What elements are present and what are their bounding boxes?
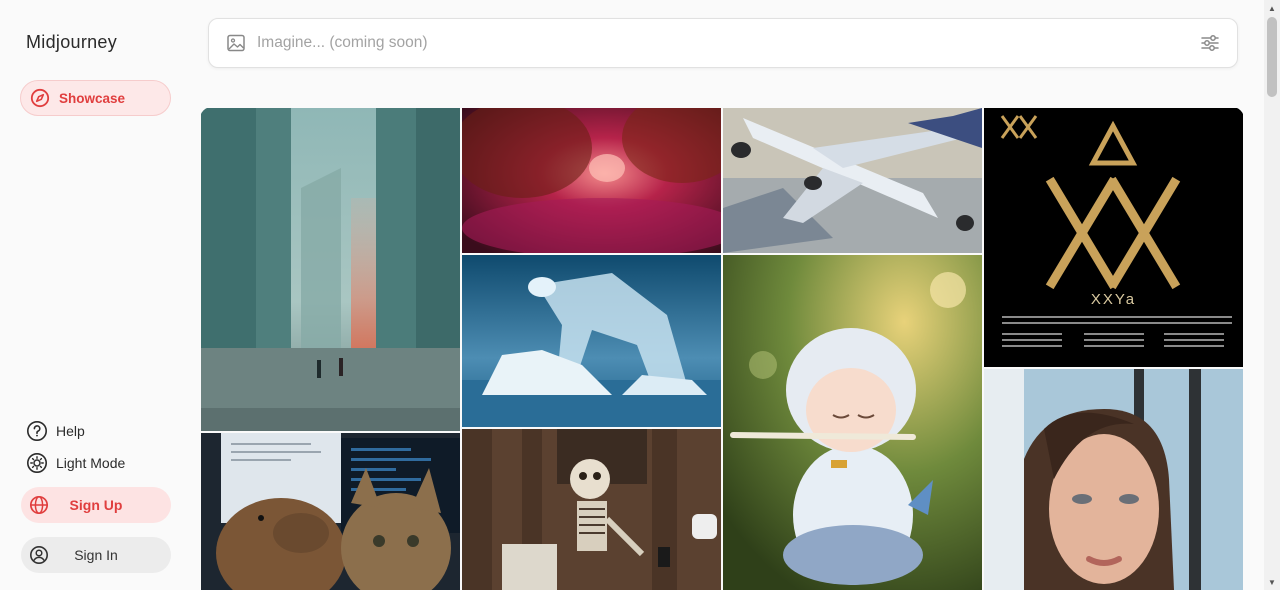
xxya-poster-title: XXYa — [1090, 291, 1137, 308]
nav-showcase-label: Showcase — [59, 90, 126, 106]
portrait-image — [984, 369, 1243, 590]
light-mode-label: Light Mode — [56, 455, 126, 471]
page-scrollbar[interactable]: ▲ ▼ — [1264, 0, 1280, 590]
imagine-input[interactable] — [257, 29, 1157, 57]
globe-icon — [28, 494, 50, 516]
sign-up-button[interactable]: Sign Up — [21, 487, 171, 523]
skeleton-image — [462, 429, 721, 590]
help-label: Help — [56, 423, 85, 439]
gallery-tile-fog-buildings[interactable] — [201, 108, 460, 431]
gallery-tile-skeleton[interactable] — [462, 429, 721, 590]
imagine-bar — [208, 18, 1238, 68]
user-circle-icon — [28, 544, 50, 566]
ice-bear-image — [462, 255, 721, 427]
gallery-tile-xxya-poster[interactable]: XXYa — [984, 108, 1243, 367]
sidebar: Midjourney Showcase Help Light Mode Sign… — [0, 0, 190, 590]
gallery-tile-airplane[interactable] — [723, 108, 982, 253]
app-root: Midjourney Showcase Help Light Mode Sign… — [0, 0, 1280, 590]
compass-icon — [29, 87, 51, 109]
light-mode-toggle[interactable]: Light Mode — [26, 452, 125, 474]
fog-buildings-image — [201, 108, 460, 431]
airplane-image — [723, 108, 982, 253]
flute-figurine-image — [723, 255, 982, 590]
capybara-cat-image — [201, 433, 460, 590]
xxya-poster-image — [984, 108, 1243, 367]
crimson-cave-image — [462, 108, 721, 253]
image-icon — [226, 33, 246, 58]
scroll-up-arrow-icon[interactable]: ▲ — [1264, 0, 1280, 16]
nav-showcase[interactable]: Showcase — [20, 80, 171, 116]
sign-in-button[interactable]: Sign In — [21, 537, 171, 573]
help-link[interactable]: Help — [26, 420, 85, 442]
filter-sliders-icon[interactable] — [1200, 33, 1220, 58]
gallery-tile-portrait[interactable] — [984, 369, 1243, 590]
gallery-tile-ice-bear[interactable] — [462, 255, 721, 427]
scroll-thumb[interactable] — [1267, 17, 1277, 97]
scroll-down-arrow-icon[interactable]: ▼ — [1264, 574, 1280, 590]
gallery-tile-capybara-cat[interactable] — [201, 433, 460, 590]
brand-logo[interactable]: Midjourney — [26, 32, 117, 53]
showcase-gallery: XXYa — [200, 107, 1244, 590]
sun-icon — [26, 452, 48, 474]
gallery-tile-flute-figurine[interactable] — [723, 255, 982, 590]
question-circle-icon — [26, 420, 48, 442]
gallery-tile-crimson-cave[interactable] — [462, 108, 721, 253]
